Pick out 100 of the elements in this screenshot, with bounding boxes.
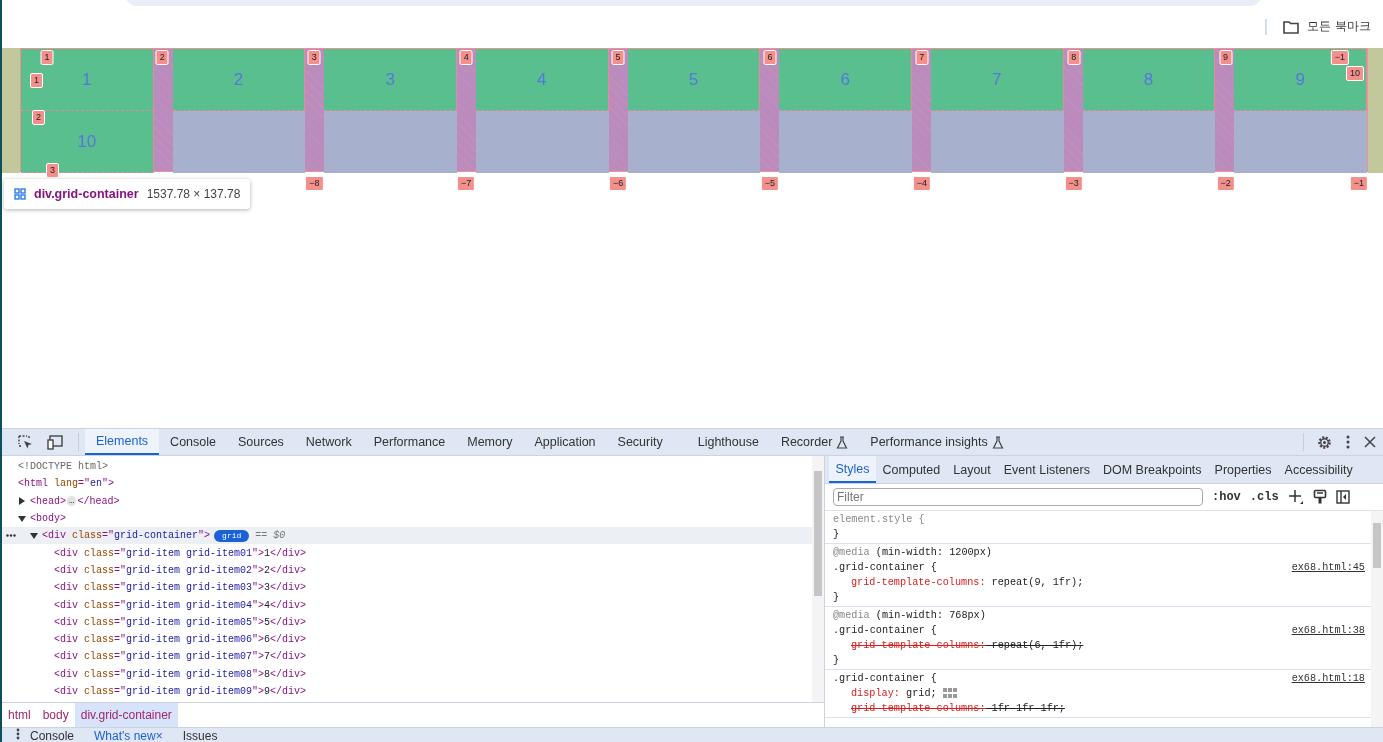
code-token: "> <box>252 616 265 628</box>
code-token: class <box>84 547 115 559</box>
closing-brace: } <box>833 655 840 666</box>
code-token: grid-item grid-item05 <box>126 616 253 628</box>
code-token: class <box>84 651 115 663</box>
devtools-tab[interactable]: Performance insights <box>859 429 1015 455</box>
css-property[interactable]: grid-template-columns: <box>851 640 986 651</box>
device-icon[interactable] <box>47 434 65 450</box>
line-number-badge: −4 <box>912 176 931 191</box>
breadcrumb[interactable]: body <box>36 703 75 727</box>
more-options-icon[interactable] <box>1346 435 1350 449</box>
line-number-badge: −1 <box>1330 50 1350 65</box>
devtools-tab[interactable]: Console <box>159 429 227 455</box>
cls-button[interactable]: .cls <box>1249 490 1279 504</box>
code-token: class <box>84 616 115 628</box>
css-value[interactable]: 1fr 1fr 1fr; <box>985 703 1065 714</box>
code-token: grid-item grid-item07 <box>126 651 253 663</box>
css-value[interactable]: grid; <box>899 688 937 699</box>
code-token: <div <box>42 530 67 542</box>
line-number-badge: −3 <box>1064 176 1083 191</box>
paint-brush-icon[interactable] <box>1312 489 1327 505</box>
code-token: grid-item grid-item06 <box>126 634 253 646</box>
plus-icon[interactable] <box>1287 489 1304 505</box>
code-token: 5 <box>264 616 271 628</box>
devtools-tab[interactable]: Lighthouse <box>673 429 770 455</box>
bookmarks-label[interactable]: 모든 북마크 <box>1307 19 1371 34</box>
devtools-tab[interactable]: Application <box>523 429 607 455</box>
line-number-badge: 3 <box>307 50 321 65</box>
line-number-badge: 4 <box>459 50 473 65</box>
collapsed-content-button[interactable]: … <box>67 496 77 507</box>
sidebar-tab[interactable]: Accessibility <box>1278 456 1360 483</box>
code-token: "> <box>252 651 265 663</box>
code-token: lang <box>54 478 79 490</box>
code-token: =" <box>102 530 115 542</box>
scrollbar[interactable] <box>1371 511 1383 727</box>
devtools-tab[interactable]: Memory <box>456 429 524 455</box>
sidebar-tab[interactable]: Layout <box>946 456 998 483</box>
collapse-triangle-icon[interactable] <box>30 531 38 540</box>
code-token: </head> <box>77 495 120 507</box>
code-token: "> <box>102 478 115 490</box>
grid-editor-icon[interactable] <box>942 688 957 699</box>
element-size: 1537.78 × 137.78 <box>146 187 241 201</box>
sidebar-tab[interactable]: Event Listeners <box>997 456 1097 483</box>
grid-badge[interactable]: grid <box>214 529 250 542</box>
css-property[interactable]: grid-template-columns: <box>851 577 986 588</box>
code-token: =" <box>114 686 127 697</box>
source-link[interactable]: ex68.html:45 <box>1291 562 1365 573</box>
devtools-tab[interactable]: Sources <box>227 429 295 455</box>
code-token: =" <box>114 582 127 594</box>
sidebar-tab[interactable]: Properties <box>1208 456 1279 483</box>
css-property[interactable]: display: <box>851 688 900 699</box>
collapse-triangle-icon[interactable] <box>18 514 26 523</box>
devtools-tab[interactable]: Elements <box>85 429 160 455</box>
grid-icon <box>14 188 26 200</box>
code-token: class <box>84 582 115 594</box>
more-icon[interactable] <box>6 534 16 538</box>
breadcrumb[interactable]: div.grid-container <box>74 703 178 727</box>
at-rule: @media <box>833 547 870 558</box>
css-property[interactable]: grid-template-columns: <box>851 703 986 714</box>
devtools-tab[interactable]: Security <box>606 429 674 455</box>
drawer-tab[interactable]: Console <box>20 728 85 742</box>
scrollbar[interactable] <box>812 456 824 702</box>
settings-icon[interactable] <box>1317 434 1332 450</box>
source-link[interactable]: ex68.html:18 <box>1291 673 1365 684</box>
devtools-tab[interactable]: Performance <box>362 429 457 455</box>
close-icon[interactable] <box>1364 436 1376 448</box>
line-number-badge: 5 <box>611 50 625 65</box>
code-token: "> <box>252 564 265 576</box>
sidebar-tab[interactable]: DOM Breakpoints <box>1096 456 1209 483</box>
line-number-badge: 6 <box>763 50 777 65</box>
code-token: 1 <box>264 547 271 559</box>
line-number-badge: −6 <box>608 176 628 191</box>
sidebar-tab[interactable]: Computed <box>876 456 947 483</box>
devtools-tab[interactable]: Recorder <box>769 429 860 455</box>
code-token: "> <box>252 547 265 559</box>
code-token: =" <box>114 547 127 559</box>
code-token: =" <box>114 616 127 628</box>
code-token: grid-item grid-item04 <box>126 599 253 611</box>
more-options-icon[interactable] <box>16 728 20 740</box>
css-selector: element.style { <box>833 514 925 525</box>
drawer-tab[interactable]: Issues <box>172 728 228 742</box>
code-token: 4 <box>264 599 271 611</box>
code-token: class <box>84 599 115 611</box>
node-reference: == $0 <box>255 530 286 542</box>
devtools-tab[interactable]: Network <box>294 429 363 455</box>
line-number-badge: 3 <box>46 163 59 178</box>
filter-field[interactable]: Filter <box>833 488 1203 506</box>
hov-button[interactable]: :hov <box>1212 490 1241 504</box>
sidebar-toggle-icon[interactable] <box>1335 490 1350 504</box>
source-link[interactable]: ex68.html:38 <box>1291 625 1365 636</box>
css-value[interactable]: repeat(9, 1fr); <box>985 577 1084 588</box>
code-token: grid-item grid-item08 <box>126 668 253 680</box>
inspect-icon[interactable] <box>17 434 33 450</box>
code-token: class <box>84 668 115 680</box>
drawer-tab[interactable]: What's new× <box>84 728 173 742</box>
code-token: grid-item grid-item09 <box>126 686 253 697</box>
expand-triangle-icon[interactable] <box>18 497 26 506</box>
sidebar-tab[interactable]: Styles <box>829 456 877 483</box>
breadcrumb[interactable]: html <box>2 703 37 727</box>
css-value[interactable]: repeat(6, 1fr); <box>985 640 1084 651</box>
